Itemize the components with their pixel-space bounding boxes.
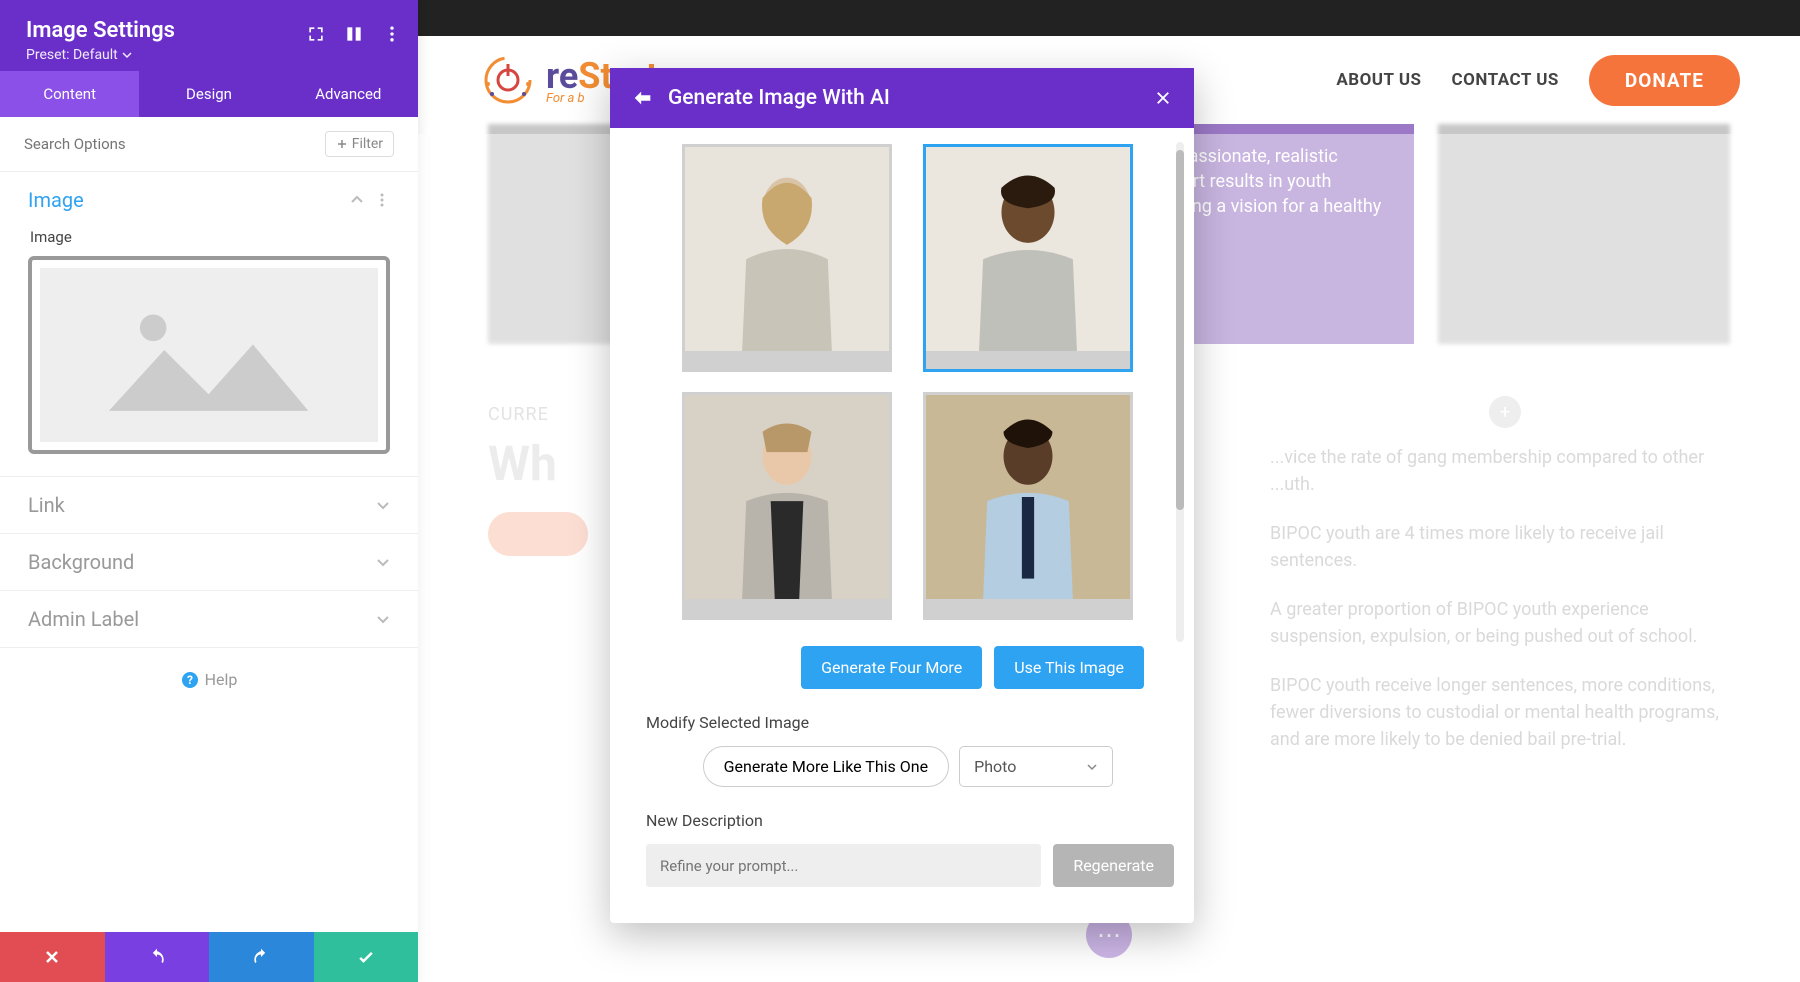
admin-topbar [418, 0, 1800, 36]
back-icon[interactable] [632, 87, 654, 109]
main-nav: ABOUT US CONTACT US DONATE [1336, 55, 1740, 106]
section-admin-label[interactable]: Admin Label [0, 590, 418, 647]
sidebar-header: Image Settings Preset: Default [0, 0, 418, 71]
fact-3: A greater proportion of BIPOC youth expe… [1270, 596, 1740, 650]
redo-button[interactable] [209, 932, 314, 982]
fact-1: ...vice the rate of gang membership comp… [1270, 444, 1740, 498]
primary-action-row: Generate Four More Use This Image [682, 646, 1144, 689]
style-select[interactable]: Photo [959, 746, 1113, 787]
chevron-down-icon [376, 612, 390, 626]
search-input[interactable] [24, 135, 325, 153]
chevron-down-icon [376, 498, 390, 512]
filter-button[interactable]: Filter [325, 131, 394, 157]
svg-text:?: ? [187, 673, 193, 687]
help-link[interactable]: ? Help [0, 647, 418, 711]
save-button[interactable] [314, 932, 419, 982]
tab-design[interactable]: Design [139, 71, 278, 117]
tab-advanced[interactable]: Advanced [279, 71, 418, 117]
generated-image-4[interactable] [923, 392, 1133, 620]
modal-title: Generate Image With AI [668, 86, 890, 110]
image-grid [682, 144, 1144, 620]
search-row: Filter [0, 117, 418, 171]
modify-row: Generate More Like This One Photo [672, 746, 1144, 787]
ai-image-modal: Generate Image With AI Generate Four Mor… [610, 68, 1194, 923]
chevron-down-icon [122, 50, 132, 60]
fact-2: BIPOC youth are 4 times more likely to r… [1270, 520, 1740, 574]
description-row: Regenerate [646, 844, 1174, 887]
facts-column: + ...vice the rate of gang membership co… [1270, 444, 1740, 775]
modify-label: Modify Selected Image [646, 713, 1144, 732]
description-input[interactable] [646, 844, 1041, 887]
generated-image-3[interactable] [682, 392, 892, 620]
card-image-2 [1438, 124, 1731, 344]
modal-body: Generate Four More Use This Image Modify… [610, 128, 1194, 923]
modal-scrollbar[interactable] [1176, 142, 1184, 642]
donate-button[interactable]: DONATE [1589, 55, 1740, 106]
nav-contact[interactable]: CONTACT US [1452, 70, 1559, 90]
logo-icon [478, 50, 538, 110]
cta-pill[interactable] [488, 512, 588, 556]
more-like-this-button[interactable]: Generate More Like This One [703, 746, 949, 787]
image-placeholder[interactable] [28, 256, 390, 454]
chevron-down-icon [376, 555, 390, 569]
placeholder-icon [67, 289, 350, 422]
section-image[interactable]: Image [0, 171, 418, 228]
image-field-label: Image [0, 228, 418, 256]
chevron-up-icon [350, 193, 364, 207]
add-module-button[interactable]: + [1489, 396, 1521, 428]
more-vertical-icon[interactable] [374, 192, 390, 208]
generated-image-2[interactable] [923, 144, 1133, 372]
tab-content[interactable]: Content [0, 71, 139, 117]
cancel-button[interactable] [0, 932, 105, 982]
help-icon: ? [181, 671, 199, 689]
sidebar-tabs: Content Design Advanced [0, 71, 418, 117]
desc-label: New Description [646, 811, 1144, 830]
fact-4: BIPOC youth receive longer sentences, mo… [1270, 672, 1740, 753]
preset-dropdown[interactable]: Preset: Default [26, 47, 392, 63]
generated-image-1[interactable] [682, 144, 892, 372]
modal-header: Generate Image With AI [610, 68, 1194, 128]
chevron-down-icon [1086, 761, 1098, 773]
nav-about[interactable]: ABOUT US [1336, 70, 1421, 90]
use-image-button[interactable]: Use This Image [994, 646, 1144, 689]
section-link[interactable]: Link [0, 476, 418, 533]
plus-icon [336, 138, 348, 150]
settings-sidebar: Image Settings Preset: Default Content D… [0, 0, 418, 982]
sidebar-footer [0, 932, 418, 982]
expand-icon[interactable] [306, 24, 326, 44]
regenerate-button[interactable]: Regenerate [1053, 844, 1174, 887]
undo-button[interactable] [105, 932, 210, 982]
columns-icon[interactable] [344, 24, 364, 44]
section-background[interactable]: Background [0, 533, 418, 590]
generate-more-button[interactable]: Generate Four More [801, 646, 982, 689]
more-vertical-icon[interactable] [382, 24, 402, 44]
close-icon[interactable] [1154, 89, 1172, 107]
